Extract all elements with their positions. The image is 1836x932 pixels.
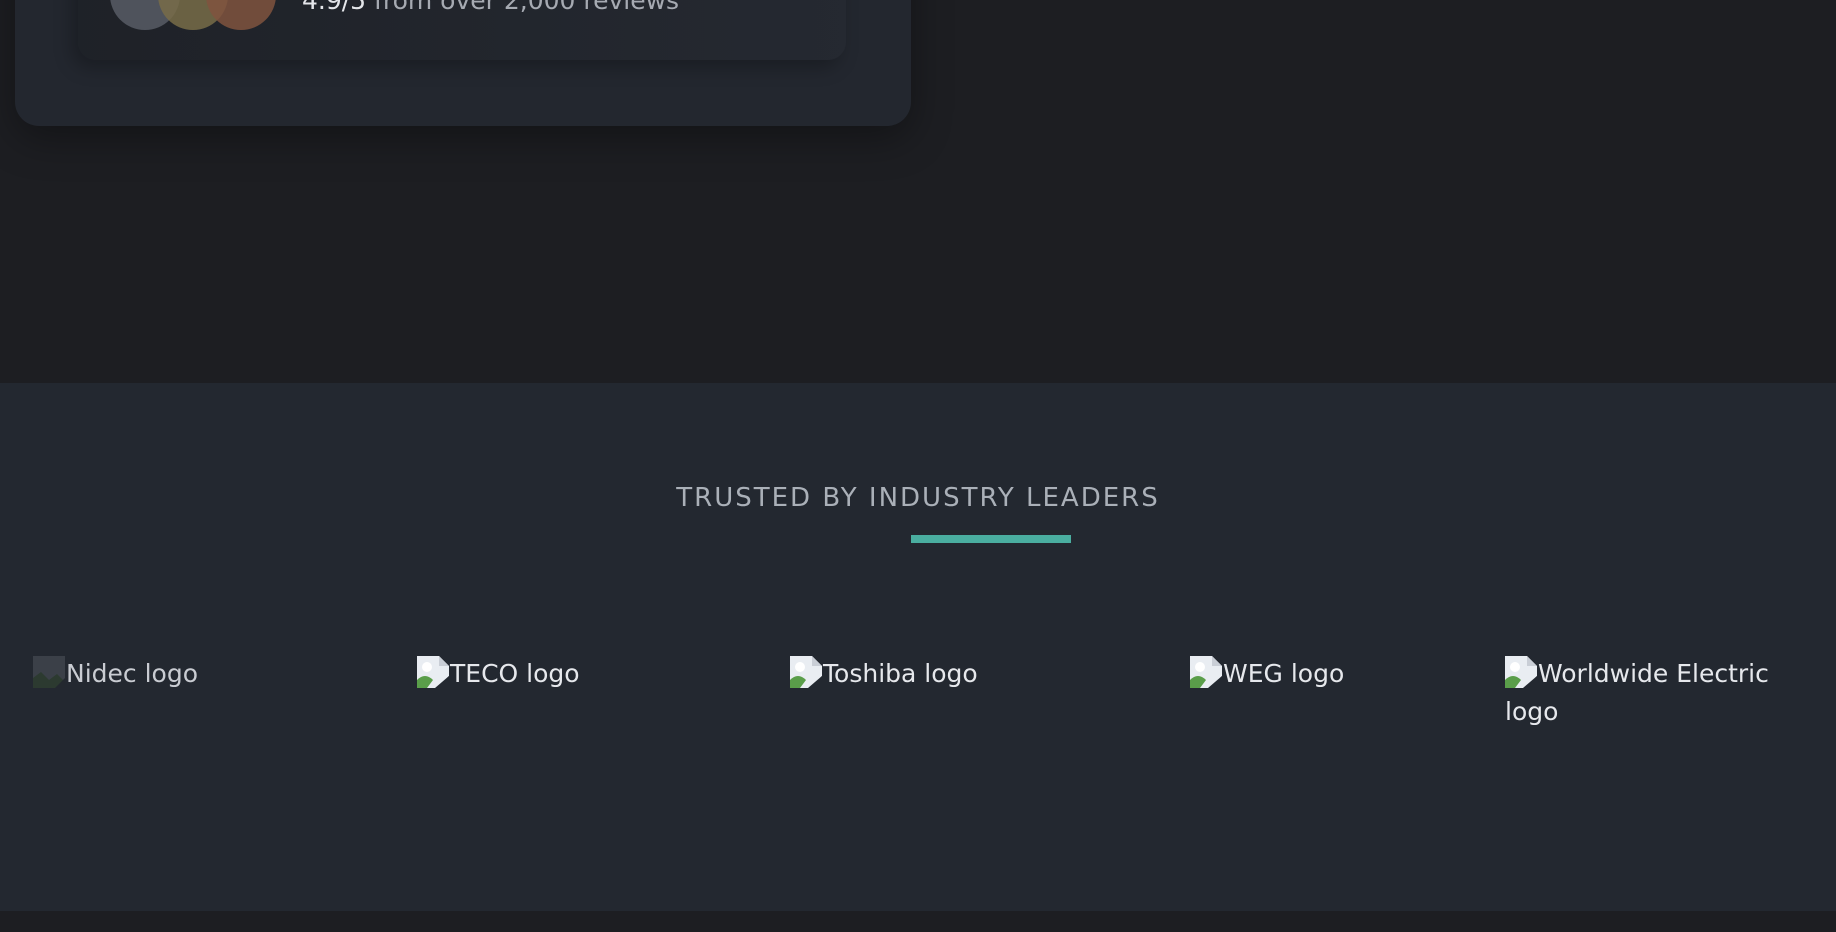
avatar bbox=[206, 0, 276, 30]
rating-summary: 4.9/5 from over 2,000 reviews bbox=[302, 0, 679, 16]
logo-worldwide-electric: Worldwide Electric logo bbox=[1505, 655, 1805, 731]
section-heading: TRUSTED BY INDUSTRY LEADERS bbox=[676, 483, 1160, 513]
reviewer-avatars bbox=[110, 0, 280, 30]
logo-nidec: Nidec logo bbox=[33, 655, 198, 693]
rating-score: 4.9/5 bbox=[302, 0, 367, 15]
page: 4.9/5 from over 2,000 reviews TRUSTED BY… bbox=[0, 0, 1836, 932]
logo-alt-text: WEG logo bbox=[1223, 659, 1345, 688]
rating-text: from over 2,000 reviews bbox=[366, 0, 680, 15]
broken-image-icon bbox=[790, 656, 822, 688]
broken-image-icon bbox=[417, 656, 449, 688]
footer-edge bbox=[0, 911, 1836, 932]
logo-alt-text: Toshiba logo bbox=[823, 659, 978, 688]
logo-weg: WEG logo bbox=[1190, 655, 1344, 693]
logo-toshiba: Toshiba logo bbox=[790, 655, 978, 693]
broken-image-icon bbox=[1505, 656, 1537, 688]
logo-alt-text: Worldwide Electric logo bbox=[1505, 659, 1769, 726]
logo-alt-text: Nidec logo bbox=[66, 659, 198, 688]
trusted-by-section: TRUSTED BY INDUSTRY LEADERS Nidec logo T… bbox=[0, 383, 1836, 911]
heading-underline bbox=[911, 535, 1071, 543]
logo-alt-text: TECO logo bbox=[450, 659, 580, 688]
broken-image-icon bbox=[33, 656, 65, 688]
logo-teco: TECO logo bbox=[417, 655, 580, 693]
broken-image-icon bbox=[1190, 656, 1222, 688]
